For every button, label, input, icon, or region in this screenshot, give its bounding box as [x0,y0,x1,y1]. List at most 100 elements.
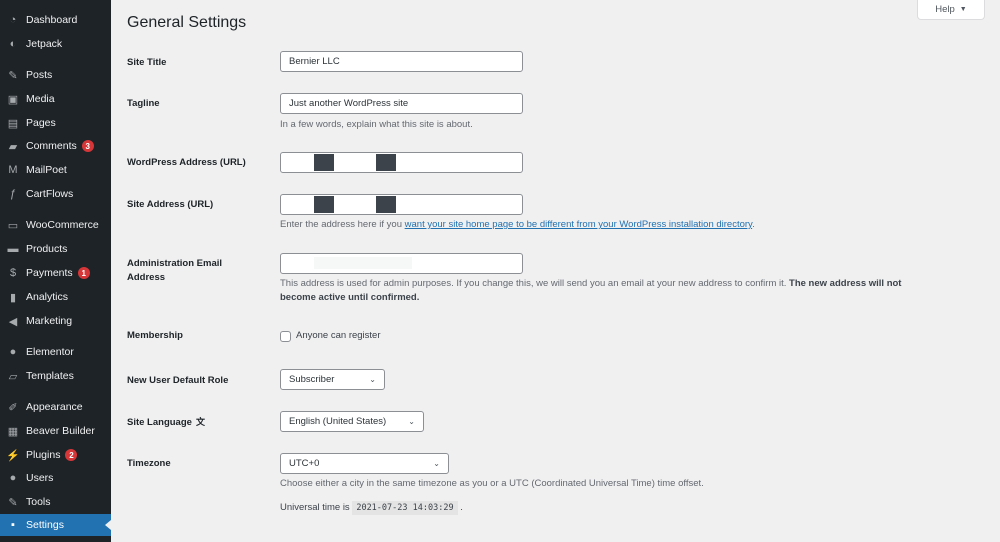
admin-email-input[interactable] [280,253,523,274]
sidebar-item-label: Dashboard [26,14,78,26]
sidebar-item-label: Appearance [26,401,83,413]
sidebar-item-label: CartFlows [26,188,74,200]
media-icon: ▣ [7,93,19,106]
sidebar-item-dashboard[interactable]: ◔ Dashboard [0,9,111,31]
sidebar-item-jetpack[interactable]: ◐ Jetpack [0,33,111,55]
admin-email-description: This address is used for admin purposes.… [280,277,901,291]
elementor-icon: ● [9,346,17,358]
help-button[interactable]: Help ▼ [917,0,985,20]
sidebar-item-label: Comments [26,140,77,152]
wordpress-address-input[interactable] [280,152,523,173]
page-title: General Settings [127,14,247,31]
sidebar-item-elementor[interactable]: ● Elementor [0,341,111,363]
sidebar-item-pages[interactable]: ▤ Pages [0,112,111,134]
universal-time-value: 2021-07-23 14:03:29 [352,501,458,515]
sidebar-item-label: Posts [26,69,53,81]
site-title-value: Bernier LLC [289,56,340,67]
sidebar-item-products[interactable]: ▬ Products [0,238,111,260]
admin-email-label: Administration Email Address [127,257,222,285]
woocommerce-icon: ▭ [7,219,19,232]
sidebar-item-label: Products [26,243,68,255]
tagline-description: In a few words, explain what this site i… [280,119,473,130]
chevron-down-icon: ⌄ [369,375,376,384]
sidebar-item-plugins[interactable]: ⚡ Plugins 2 [0,444,111,466]
redacted-block [314,196,334,213]
membership-label: Membership [127,330,183,341]
sidebar-item-settings[interactable]: ▪ Settings [0,514,111,536]
admin-email-label-line2: Address [127,272,166,283]
sidebar-item-tools[interactable]: ✎ Tools [0,491,111,513]
sidebar-item-label: Jetpack [26,38,63,50]
payments-icon: $ [9,267,17,279]
chevron-down-icon: ⌄ [408,417,415,426]
sidebar-item-beaver-builder[interactable]: ▦ Beaver Builder [0,420,111,442]
paintbrush-icon: ✐ [8,401,18,414]
sidebar-item-woocommerce[interactable]: ▭ WooCommerce [0,214,111,236]
tagline-value: Just another WordPress site [289,98,409,109]
chevron-down-icon: ⌄ [433,459,440,468]
default-role-select[interactable]: Subscriber ⌄ [280,369,385,390]
site-language-select[interactable]: English (United States) ⌄ [280,411,424,432]
users-icon: ● [9,472,17,484]
sidebar-item-label: WooCommerce [26,219,99,231]
main-content: General Settings Help ▼ Site Title Berni… [111,0,1000,542]
notification-badge: 3 [81,140,94,152]
mailpoet-icon: M [8,164,18,176]
beaver-builder-icon: ▦ [7,425,19,438]
default-role-value: Subscriber [289,374,335,385]
notification-badge: 2 [65,449,78,461]
tagline-label: Tagline [127,98,160,109]
sidebar-item-templates[interactable]: ▱ Templates [0,365,111,387]
sidebar-item-comments[interactable]: ▰ Comments 3 [0,135,111,157]
site-address-help-link[interactable]: want your site home page to be different… [405,219,752,230]
redacted-block [314,257,412,269]
megaphone-icon: ◀ [8,315,18,328]
sidebar-item-label: Analytics [26,291,69,303]
help-label: Help [935,4,955,15]
comments-icon: ▰ [8,140,18,153]
redacted-block [376,154,396,171]
notification-badge: 1 [77,267,90,279]
admin-email-label-line1: Administration Email [127,258,223,269]
site-address-description: Enter the address here if you want your … [280,218,755,232]
products-icon: ▬ [7,243,19,255]
timezone-select[interactable]: UTC+0 ⌄ [280,453,449,474]
sidebar-item-users[interactable]: ● Users [0,467,111,489]
wordpress-address-label: WordPress Address (URL) [127,157,246,168]
site-address-description-suffix: . [752,219,755,230]
site-title-label: Site Title [127,57,167,68]
site-address-input[interactable] [280,194,523,215]
universal-time: Universal time is 2021-07-23 14:03:29 . [280,501,463,515]
site-title-input[interactable]: Bernier LLC [280,51,523,72]
sidebar-item-posts[interactable]: ✎ Posts [0,64,111,86]
universal-time-suffix: . [460,502,463,513]
site-language-label-text: Site Language [127,417,192,428]
translation-icon: 文 [195,417,205,427]
analytics-icon: ▮ [9,291,17,304]
sidebar-item-media[interactable]: ▣ Media [0,88,111,110]
plugin-icon: ⚡ [6,449,20,462]
cartflows-icon: ƒ [9,188,17,200]
sidebar-item-label: Beaver Builder [26,425,95,437]
sidebar-item-payments[interactable]: $ Payments 1 [0,262,111,284]
wrench-icon: ✎ [8,496,18,509]
sidebar-item-cartflows[interactable]: ƒ CartFlows [0,183,111,205]
admin-email-description-text: This address is used for admin purposes.… [280,278,790,289]
default-role-label: New User Default Role [127,375,229,386]
tagline-input[interactable]: Just another WordPress site [280,93,523,114]
sidebar-item-appearance[interactable]: ✐ Appearance [0,396,111,418]
sidebar-item-label: Payments [26,267,73,279]
sidebar-item-analytics[interactable]: ▮ Analytics [0,286,111,308]
admin-email-warning: The new address will not [789,278,902,289]
anyone-can-register-label[interactable]: Anyone can register [296,330,381,341]
sidebar-item-marketing[interactable]: ◀ Marketing [0,310,111,332]
sidebar-item-label: Tools [26,496,51,508]
dashboard-icon: ◔ [9,14,17,26]
anyone-can-register-checkbox[interactable] [280,331,291,342]
site-address-description-text: Enter the address here if you [280,219,405,230]
site-language-label: Site Language 文 [127,415,205,430]
universal-time-label: Universal time is [280,502,350,513]
sidebar-item-label: Templates [26,370,74,382]
sidebar-item-mailpoet[interactable]: M MailPoet [0,159,111,181]
site-language-value: English (United States) [289,416,387,427]
